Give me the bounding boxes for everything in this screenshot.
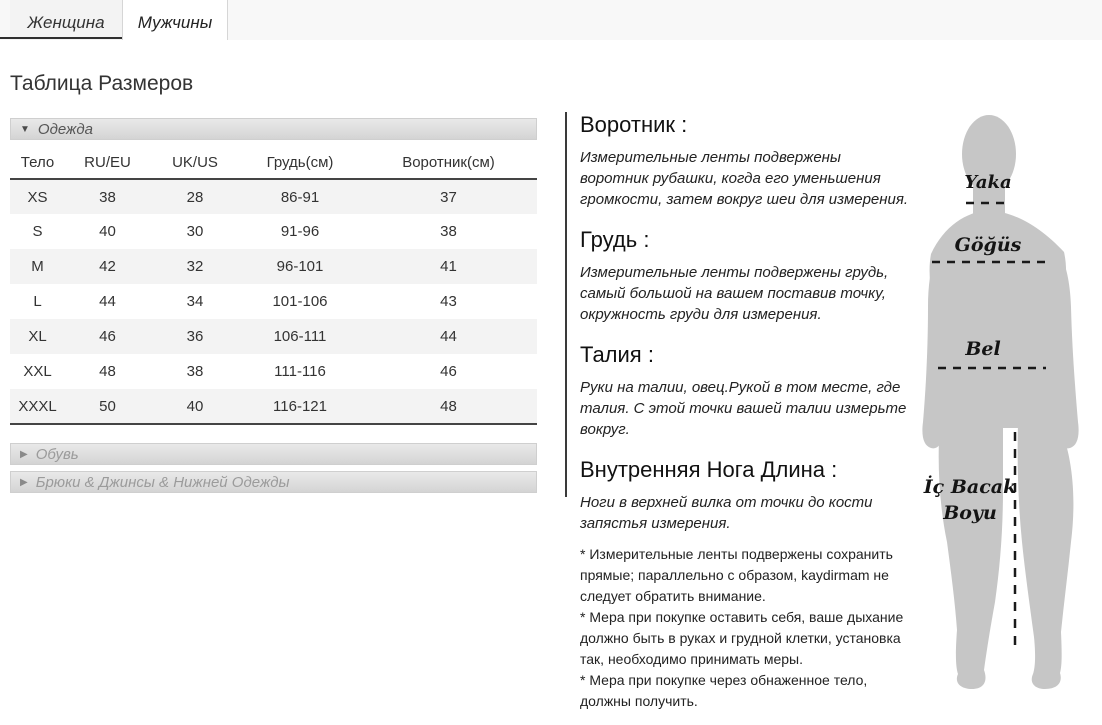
accordion-pants-jeans-underwear[interactable]: ▶ Брюки & Джинсы & Нижней Одежды (10, 471, 537, 493)
cell: S (32, 223, 43, 240)
chevron-down-icon: ▼ (20, 123, 30, 135)
instructions-column: Воротник : Измерительные ленты подвержен… (580, 112, 912, 712)
cell: 106-111 (273, 328, 327, 345)
size-guide-page: Женщина Мужчины Таблица Размеров ▼ Одежд… (0, 0, 1102, 725)
figure-label-inseam: İç Bacak Boyu (918, 474, 1022, 526)
size-table-header-row: Тело RU/EU UK/US Грудь(см) Воротник(см) (10, 146, 537, 180)
cell: XXXL (10, 389, 65, 425)
cell: 116-121 (240, 389, 360, 425)
cell: 86-91 (280, 188, 320, 206)
cell: L (33, 293, 42, 310)
table-row-xs: XS 38 28 86-91 37 (10, 179, 537, 214)
cell: 28 (186, 188, 204, 206)
footnote: * Мера при покупке через обнаженное тело… (580, 672, 868, 709)
cell: 96-101 (276, 258, 324, 275)
cell: 34 (186, 293, 204, 310)
cell: 38 (186, 363, 204, 380)
tab-men[interactable]: Мужчины (122, 0, 228, 40)
cell: XXL (23, 363, 52, 380)
cell: 46 (440, 363, 457, 380)
col-header-uk-us: UK/US (150, 146, 240, 180)
section-body-inseam: Ноги в верхней вилка от точки до кости з… (580, 494, 873, 532)
cell: 101-106 (272, 293, 328, 310)
cell: 44 (99, 293, 116, 310)
page-title: Таблица Размеров (10, 72, 194, 95)
body-measurement-figure: Yaka Göğüs Bel İç Bacak Boyu (918, 112, 1090, 712)
table-row-xxxl: XXXL 50 40 116-121 48 (10, 389, 537, 425)
tab-women[interactable]: Женщина (10, 0, 122, 40)
cell: 44 (440, 328, 457, 345)
gender-tab-bar: Женщина Мужчины (0, 0, 1102, 40)
accordion-pants-label: Брюки & Джинсы & Нижней Одежды (35, 473, 290, 491)
cell: 91-96 (280, 223, 320, 240)
footnote: * Измерительные ленты подвержены сохрани… (580, 546, 893, 604)
cell: XL (28, 328, 47, 345)
section-heading-waist: Талия : (580, 342, 654, 367)
cell: 43 (440, 293, 457, 310)
cell: 40 (99, 223, 116, 240)
figure-label-inseam-line2: Boyu (943, 502, 997, 524)
col-header-chest: Грудь(см) (240, 146, 360, 180)
col-header-collar: Воротник(см) (360, 146, 537, 180)
tab-underline (0, 37, 122, 39)
male-silhouette-graphic (922, 115, 1079, 689)
cell: 111-116 (274, 363, 326, 380)
size-table: Тело RU/EU UK/US Грудь(см) Воротник(см) … (10, 146, 537, 425)
section-heading-collar: Воротник : (580, 112, 688, 137)
section-body-chest: Измерительные ленты подвержены грудь, са… (580, 264, 889, 323)
figure-label-neck: Yaka (964, 172, 1012, 193)
cell: M (31, 258, 44, 275)
footnote: * Мера при покупке оставить себя, ваше д… (580, 609, 904, 667)
col-header-body: Тело (10, 146, 65, 180)
chevron-right-icon: ▶ (20, 448, 28, 460)
accordion-shoes[interactable]: ▶ Обувь (10, 443, 537, 465)
cell: 37 (440, 188, 457, 206)
vertical-divider (565, 112, 567, 497)
table-row-xl: XL 46 36 106-111 44 (10, 319, 537, 354)
table-row-m: M 42 32 96-101 41 (10, 249, 537, 284)
cell: 38 (440, 223, 457, 240)
chevron-right-icon: ▶ (20, 476, 28, 488)
cell: 41 (440, 258, 457, 275)
figure-label-inseam-line1: İç Bacak (923, 476, 1017, 498)
figure-label-waist: Bel (965, 338, 1001, 360)
cell: 38 (99, 188, 116, 206)
cell: 50 (65, 389, 150, 425)
cell: 48 (99, 363, 116, 380)
cell: 48 (360, 389, 537, 425)
cell: 36 (186, 328, 204, 345)
col-header-ru-eu: RU/EU (65, 146, 150, 180)
table-row-l: L 44 34 101-106 43 (10, 284, 537, 319)
section-body-collar: Измерительные ленты подвержены воротник … (580, 149, 909, 208)
table-row-xxl: XXL 48 38 111-116 46 (10, 354, 537, 389)
figure-label-chest: Göğüs (954, 234, 1022, 256)
accordion-clothing-label: Одежда (37, 120, 93, 138)
cell: 40 (150, 389, 240, 425)
cell: 32 (186, 258, 204, 275)
cell: 30 (186, 223, 204, 240)
section-heading-inseam: Внутренняя Нога Длина : (580, 457, 838, 482)
cell: XS (27, 188, 48, 206)
cell: 46 (99, 328, 116, 345)
section-heading-chest: Грудь : (580, 227, 650, 252)
accordion-shoes-label: Обувь (35, 445, 79, 463)
table-row-s: S 40 30 91-96 38 (10, 214, 537, 249)
section-body-waist: Руки на талии, овец.Рукой в том месте, г… (580, 379, 907, 438)
accordion-clothing[interactable]: ▼ Одежда (10, 118, 537, 140)
cell: 42 (99, 258, 116, 275)
size-tables-column: ▼ Одежда Тело RU/EU UK/US Грудь(см) Воро… (10, 112, 537, 493)
measurement-footnotes: * Измерительные ленты подвержены сохрани… (580, 544, 912, 712)
